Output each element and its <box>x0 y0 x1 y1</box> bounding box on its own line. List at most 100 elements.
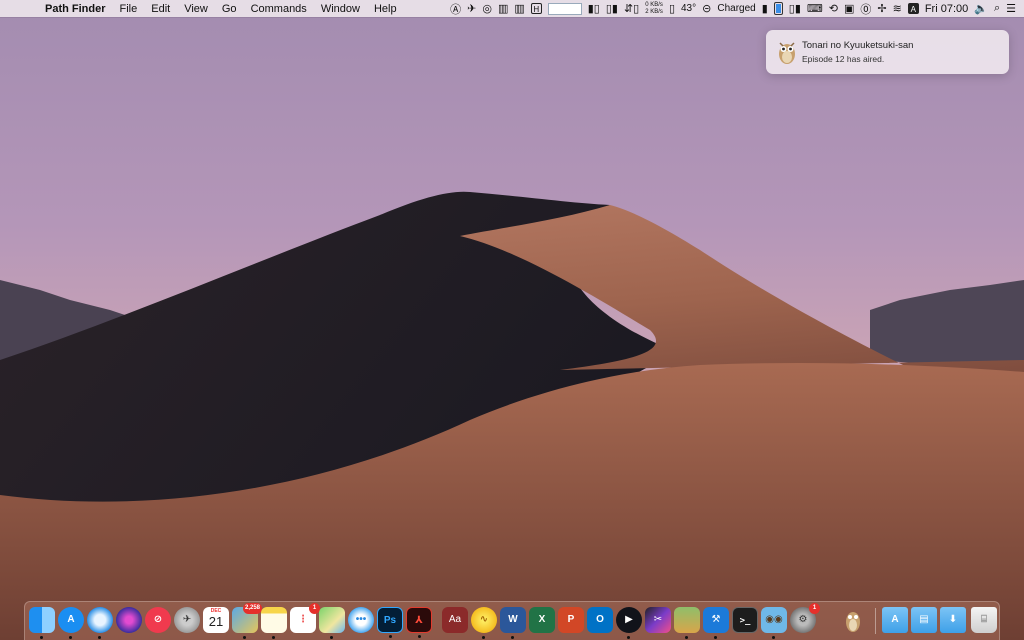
network-download-rate: 2 KB/s <box>645 8 663 15</box>
app-store-icon[interactable]: A <box>58 607 84 639</box>
airplane-icon[interactable]: ✈ <box>464 0 479 17</box>
photoshop-icon[interactable]: Ps <box>377 607 403 638</box>
menu-window[interactable]: Window <box>314 3 367 15</box>
creative-cloud-icon[interactable]: ◎ <box>479 0 495 17</box>
stats-icon[interactable]: ▯ <box>666 0 678 17</box>
word-label: W <box>508 614 518 625</box>
word-icon[interactable]: W <box>500 607 526 639</box>
disk-meter-icon[interactable]: ▥ <box>511 0 527 17</box>
vpn-icon[interactable]: ⓪ <box>857 0 874 17</box>
menu-help[interactable]: Help <box>367 3 404 15</box>
audio-app-icon[interactable]: ∿ <box>471 607 497 639</box>
maps-icon[interactable] <box>319 607 345 639</box>
downloads-folder-icon[interactable]: ⬇ <box>940 607 966 633</box>
finder-icon[interactable] <box>29 607 55 639</box>
battery-status-text[interactable]: Charged <box>714 0 758 17</box>
calendar-icon[interactable]: DEC 21 <box>203 607 229 633</box>
photoshop-label: Ps <box>383 615 397 626</box>
running-indicator <box>98 636 101 639</box>
battery-bars-icon[interactable]: ▯▮ <box>786 0 804 17</box>
trash-icon[interactable]: ⌸ <box>971 607 997 633</box>
keychain-icon[interactable]: ▣ <box>841 0 857 17</box>
menu-commands[interactable]: Commands <box>244 3 314 15</box>
running-indicator <box>714 636 717 639</box>
running-indicator <box>330 636 333 639</box>
reminders-icon[interactable]: 1 ⋮ <box>290 603 320 633</box>
photos-badge: 2,258 <box>242 603 262 614</box>
running-indicator <box>243 636 246 639</box>
system-preferences-icon[interactable]: 1 ⚙ <box>790 603 820 633</box>
network-upload-rate: 0 KB/s <box>645 1 663 8</box>
menu-view[interactable]: View <box>177 3 215 15</box>
running-indicator <box>389 635 392 638</box>
dictionary-label: Aa <box>448 614 462 625</box>
hotkey-icon[interactable]: H <box>528 0 545 17</box>
terminal-label: >_ <box>739 616 751 626</box>
dock: A ⊘ ✈ DEC 21 2,258 1 ⋮ ••• Ps ⅄ Aa ∿ W X… <box>24 601 1000 640</box>
acrobat-icon[interactable]: ⅄ <box>406 607 432 638</box>
applications-folder-icon[interactable]: A <box>882 607 908 633</box>
outlook-icon[interactable]: O <box>587 607 613 633</box>
dock-divider <box>875 608 876 634</box>
powerpoint-label: P <box>567 614 575 625</box>
cpu-bars-icon[interactable]: ▮▯ <box>585 0 603 17</box>
messages-icon[interactable]: ••• <box>348 607 374 633</box>
powerpoint-icon[interactable]: P <box>558 607 584 633</box>
running-indicator <box>69 636 72 639</box>
network-speed[interactable]: 0 KB/s 2 KB/s <box>642 0 666 17</box>
desktop-wallpaper <box>0 0 1024 640</box>
clock[interactable]: Fri 07:00 <box>922 0 971 17</box>
documents-folder-icon[interactable]: ▤ <box>911 607 937 633</box>
siri-icon[interactable] <box>116 607 142 633</box>
temperature-readout[interactable]: 43° <box>678 0 699 17</box>
final-cut-icon[interactable]: ✂ <box>645 607 671 633</box>
owl-app-icon <box>779 42 795 64</box>
cpu-meter-icon[interactable]: ▥ <box>495 0 511 17</box>
memory-graph[interactable] <box>545 0 585 17</box>
time-machine-icon[interactable]: ⟲ <box>826 0 841 17</box>
running-indicator <box>272 636 275 639</box>
spotlight-icon[interactable]: ⌕ <box>991 0 1003 17</box>
menu-bar: Path Finder File Edit View Go Commands W… <box>0 0 1024 17</box>
calendar-day: 21 <box>208 614 224 629</box>
menu-go[interactable]: Go <box>215 3 244 15</box>
anchor-icon[interactable]: Ⓐ <box>447 0 464 17</box>
launchpad-icon[interactable]: ✈ <box>174 607 200 633</box>
excel-label: X <box>538 614 546 625</box>
battery-icon[interactable] <box>771 0 786 17</box>
notification-banner[interactable]: Tonari no Kyuuketsuki-san Episode 12 has… <box>766 30 1009 74</box>
input-source[interactable]: A <box>905 0 922 17</box>
dictionary-icon[interactable]: Aa <box>442 607 468 633</box>
media-player-icon[interactable]: ▶ <box>616 607 642 639</box>
photos-app-icon[interactable]: 2,258 <box>232 603 262 639</box>
network-icon[interactable]: ✢ <box>874 0 889 17</box>
archive-utility-icon[interactable] <box>674 607 700 639</box>
running-indicator <box>685 636 688 639</box>
xcode-icon[interactable]: ⚒ <box>703 607 729 639</box>
running-indicator <box>418 635 421 638</box>
notification-body: Episode 12 has aired. <box>802 54 885 64</box>
running-indicator <box>627 636 630 639</box>
app-menu[interactable]: Path Finder <box>38 3 113 15</box>
disk-bars-icon[interactable]: ▯▮ <box>603 0 621 17</box>
outlook-label: O <box>596 614 604 625</box>
excel-icon[interactable]: X <box>529 607 555 633</box>
safari-icon[interactable] <box>87 607 113 639</box>
keyboard-icon[interactable]: ⌨ <box>804 0 826 17</box>
news-icon[interactable]: ⊘ <box>145 607 171 633</box>
owl-app-dock-icon[interactable]: ◉◉ <box>761 607 787 639</box>
sensor-bars-icon[interactable]: ⇵▯ <box>621 0 642 17</box>
notes-icon[interactable] <box>261 607 287 639</box>
mouse-icon[interactable]: ▮ <box>759 0 771 17</box>
terminal-icon[interactable]: >_ <box>732 607 758 633</box>
notification-title: Tonari no Kyuuketsuki-san <box>802 40 914 51</box>
menu-file[interactable]: File <box>113 3 145 15</box>
wifi-icon[interactable]: ≋ <box>890 0 905 17</box>
notification-center-icon[interactable]: ☰ <box>1003 0 1024 17</box>
display-icon[interactable]: ⊝ <box>699 0 714 17</box>
owl-widget-icon[interactable] <box>840 607 866 633</box>
menu-edit[interactable]: Edit <box>144 3 177 15</box>
running-indicator <box>511 636 514 639</box>
volume-icon[interactable]: 🔈 <box>971 0 991 17</box>
system-preferences-badge: 1 <box>809 603 820 614</box>
